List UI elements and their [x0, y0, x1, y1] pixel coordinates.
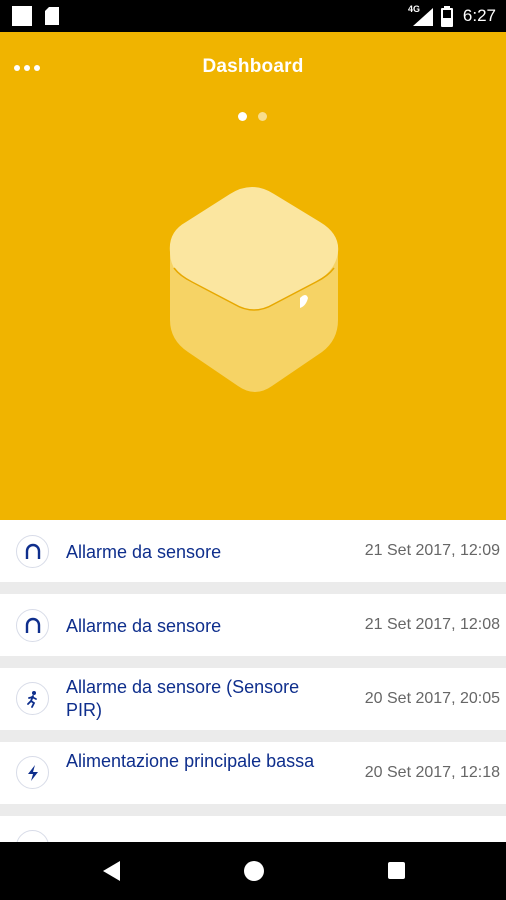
page-dot-inactive[interactable] — [258, 112, 267, 121]
event-title: Alimentazione principale bassa — [66, 751, 315, 771]
lightning-bolt-icon — [16, 756, 49, 789]
dashboard-header: Dashboard — [0, 32, 506, 520]
sd-card-icon — [45, 7, 59, 25]
recent-apps-icon[interactable] — [388, 862, 405, 879]
status-bar: 4G 6:27 — [0, 0, 506, 32]
event-item[interactable]: Allarme da sensore (Sensore PIR) 20 Set … — [0, 668, 506, 730]
event-title: Allarme da sensore — [66, 542, 222, 562]
event-date: 21 Set 2017, 12:08 — [364, 616, 500, 633]
notification-square-icon — [12, 6, 32, 26]
clock: 6:27 — [462, 6, 496, 25]
event-date: 21 Set 2017, 12:09 — [364, 542, 500, 559]
event-item[interactable]: Allarme da sensore 21 Set 2017, 12:08 — [0, 594, 506, 656]
event-icon-partial — [16, 830, 49, 842]
magnet-icon — [16, 609, 49, 642]
navigation-bar — [0, 842, 506, 900]
walking-person-icon — [16, 682, 49, 715]
event-date: 20 Set 2017, 12:18 — [364, 764, 500, 781]
battery-icon — [441, 6, 453, 27]
back-icon[interactable] — [101, 860, 121, 882]
event-item[interactable]: Alimentazione principale bassa 20 Set 20… — [0, 742, 506, 804]
page-title: Dashboard — [202, 56, 304, 77]
home-icon[interactable] — [244, 861, 264, 881]
device-cube-image — [169, 187, 339, 392]
page-dot-active[interactable] — [238, 112, 247, 121]
event-title: Allarme da sensore (Sensore PIR) — [66, 677, 300, 720]
event-title: Allarme da sensore — [66, 616, 222, 636]
event-date: 20 Set 2017, 20:05 — [364, 690, 500, 707]
event-item[interactable]: Allarme da sensore 21 Set 2017, 12:09 — [0, 520, 506, 582]
signal-icon — [413, 8, 433, 26]
event-list: Allarme da sensore 21 Set 2017, 12:09 Al… — [0, 520, 506, 842]
magnet-icon — [16, 535, 49, 568]
event-item-partial[interactable] — [0, 816, 506, 842]
